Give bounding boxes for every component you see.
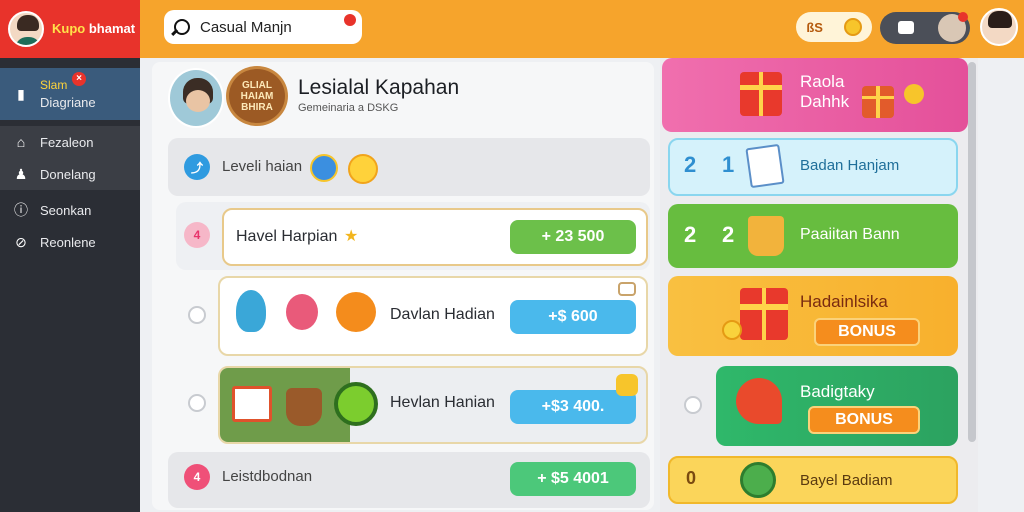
share-icon: ⤴ xyxy=(184,154,210,180)
coin-text: ßS xyxy=(806,19,823,35)
bonus-button[interactable]: BONUS xyxy=(814,318,920,346)
clover-icon xyxy=(740,462,776,498)
bonus-button[interactable]: BONUS xyxy=(808,406,920,434)
search-input[interactable]: Casual Manjn xyxy=(164,10,362,44)
coin-icon xyxy=(722,320,742,340)
profile-subtitle: Gemeinaria a DSKG xyxy=(298,102,399,114)
home-icon: ⌂ xyxy=(16,134,26,150)
sidebar-item-donelang[interactable]: ♟ Donelang xyxy=(0,164,140,184)
card-title: Badan Hanjam xyxy=(800,157,900,174)
gold-icon xyxy=(616,374,638,396)
card-number: 0 xyxy=(686,468,697,488)
row-radio[interactable] xyxy=(188,394,206,412)
coin-balance[interactable]: ßS xyxy=(796,12,872,42)
search-value: Casual Manjn xyxy=(200,18,292,36)
card-radio[interactable] xyxy=(684,396,702,414)
sidebar-item-label: Diagriane xyxy=(40,95,96,110)
row-index: 4 xyxy=(184,222,210,248)
info-icon: ⓘ xyxy=(14,202,28,218)
card-title: Raola Dahhk xyxy=(800,72,850,111)
row-label: Hevlan Hanian xyxy=(390,394,495,411)
row-radio[interactable] xyxy=(188,306,206,324)
brand-name: Kupo bhamat xyxy=(52,21,136,36)
pot-icon xyxy=(286,388,322,426)
card-number: 2 xyxy=(684,222,697,247)
coin-icon xyxy=(904,84,924,104)
gift-icon xyxy=(740,288,788,340)
pin-icon[interactable] xyxy=(344,14,356,26)
smile-icon xyxy=(348,154,378,184)
amount-pill[interactable]: +$3 400. xyxy=(510,390,636,424)
profile-photo[interactable] xyxy=(168,68,224,128)
amount-pill[interactable]: +$ 600 xyxy=(510,300,636,334)
sidebar-item-fezaleon[interactable]: ⌂ Fezaleon xyxy=(0,132,140,152)
gift-box-icon xyxy=(862,86,894,118)
search-icon xyxy=(174,19,190,35)
card-number: 1 xyxy=(722,152,735,177)
brand-header[interactable]: Kupo bhamat xyxy=(0,0,140,58)
sidebar-item-label: Seonkan xyxy=(40,202,92,218)
globe-icon xyxy=(310,154,338,182)
row-label: Havel Harpian xyxy=(236,228,338,245)
sidebar-item-label-top: Slam xyxy=(40,78,68,92)
card-title: Bayel Badiam xyxy=(800,472,893,489)
fruit-icon xyxy=(736,378,782,424)
basket-icon xyxy=(748,216,784,256)
list-header-label: Leveli haian xyxy=(222,158,303,175)
star-icon: ★ xyxy=(344,228,359,245)
row-label: Davlan Hadian xyxy=(390,306,495,323)
notification-dot-icon xyxy=(958,12,968,22)
sidebar-item-label: Donelang xyxy=(40,166,96,182)
close-icon[interactable]: × xyxy=(72,72,86,86)
brand-avatar xyxy=(8,11,44,47)
orange-smile-icon xyxy=(336,292,376,332)
sidebar-item-label: Reonlene xyxy=(40,234,96,250)
top-bar: Casual Manjn ßS xyxy=(140,0,1024,58)
document-icon xyxy=(232,386,272,422)
link-icon xyxy=(618,282,636,296)
notepad-icon xyxy=(745,143,785,189)
coin-icon xyxy=(843,18,862,36)
card-number: 2 xyxy=(722,222,735,247)
sidebar-item-label: Fezaleon xyxy=(40,134,94,150)
balloon-icon xyxy=(236,290,266,332)
profile-name: Lesialal Kapahan xyxy=(298,76,460,99)
user-icon: ♟ xyxy=(14,165,28,182)
toolbar-pill[interactable] xyxy=(880,12,970,44)
green-ball-icon xyxy=(334,382,378,426)
block-icon: ⊘ xyxy=(15,233,27,250)
row-index: 4 xyxy=(184,464,210,490)
amount-pill[interactable]: + $5 4001 xyxy=(510,462,636,496)
scrollbar[interactable] xyxy=(968,62,976,442)
camera-icon[interactable] xyxy=(898,21,914,34)
card-title: Badigtaky xyxy=(800,382,875,401)
card-title: Hadainlsika xyxy=(800,292,888,311)
profile-badge: GLIAL HAIAM BHIRA xyxy=(226,66,288,126)
berry-icon xyxy=(286,294,318,330)
sidebar-item-diagriane[interactable]: ▮ Slam Diagriane xyxy=(0,68,140,120)
sidebar-item-seonkan[interactable]: ⓘ Seonkan xyxy=(0,200,140,220)
amount-pill[interactable]: + 23 500 xyxy=(510,220,636,254)
card-title: Paaiitan Bann xyxy=(800,226,900,243)
sidebar-item-reonlene[interactable]: ⊘ Reonlene xyxy=(0,232,140,252)
card-number: 2 xyxy=(684,152,697,177)
row-label: Leistdbodnan xyxy=(222,468,313,485)
bar-icon: ▮ xyxy=(17,85,25,102)
gift-icon xyxy=(740,72,782,116)
user-avatar[interactable] xyxy=(980,8,1018,46)
